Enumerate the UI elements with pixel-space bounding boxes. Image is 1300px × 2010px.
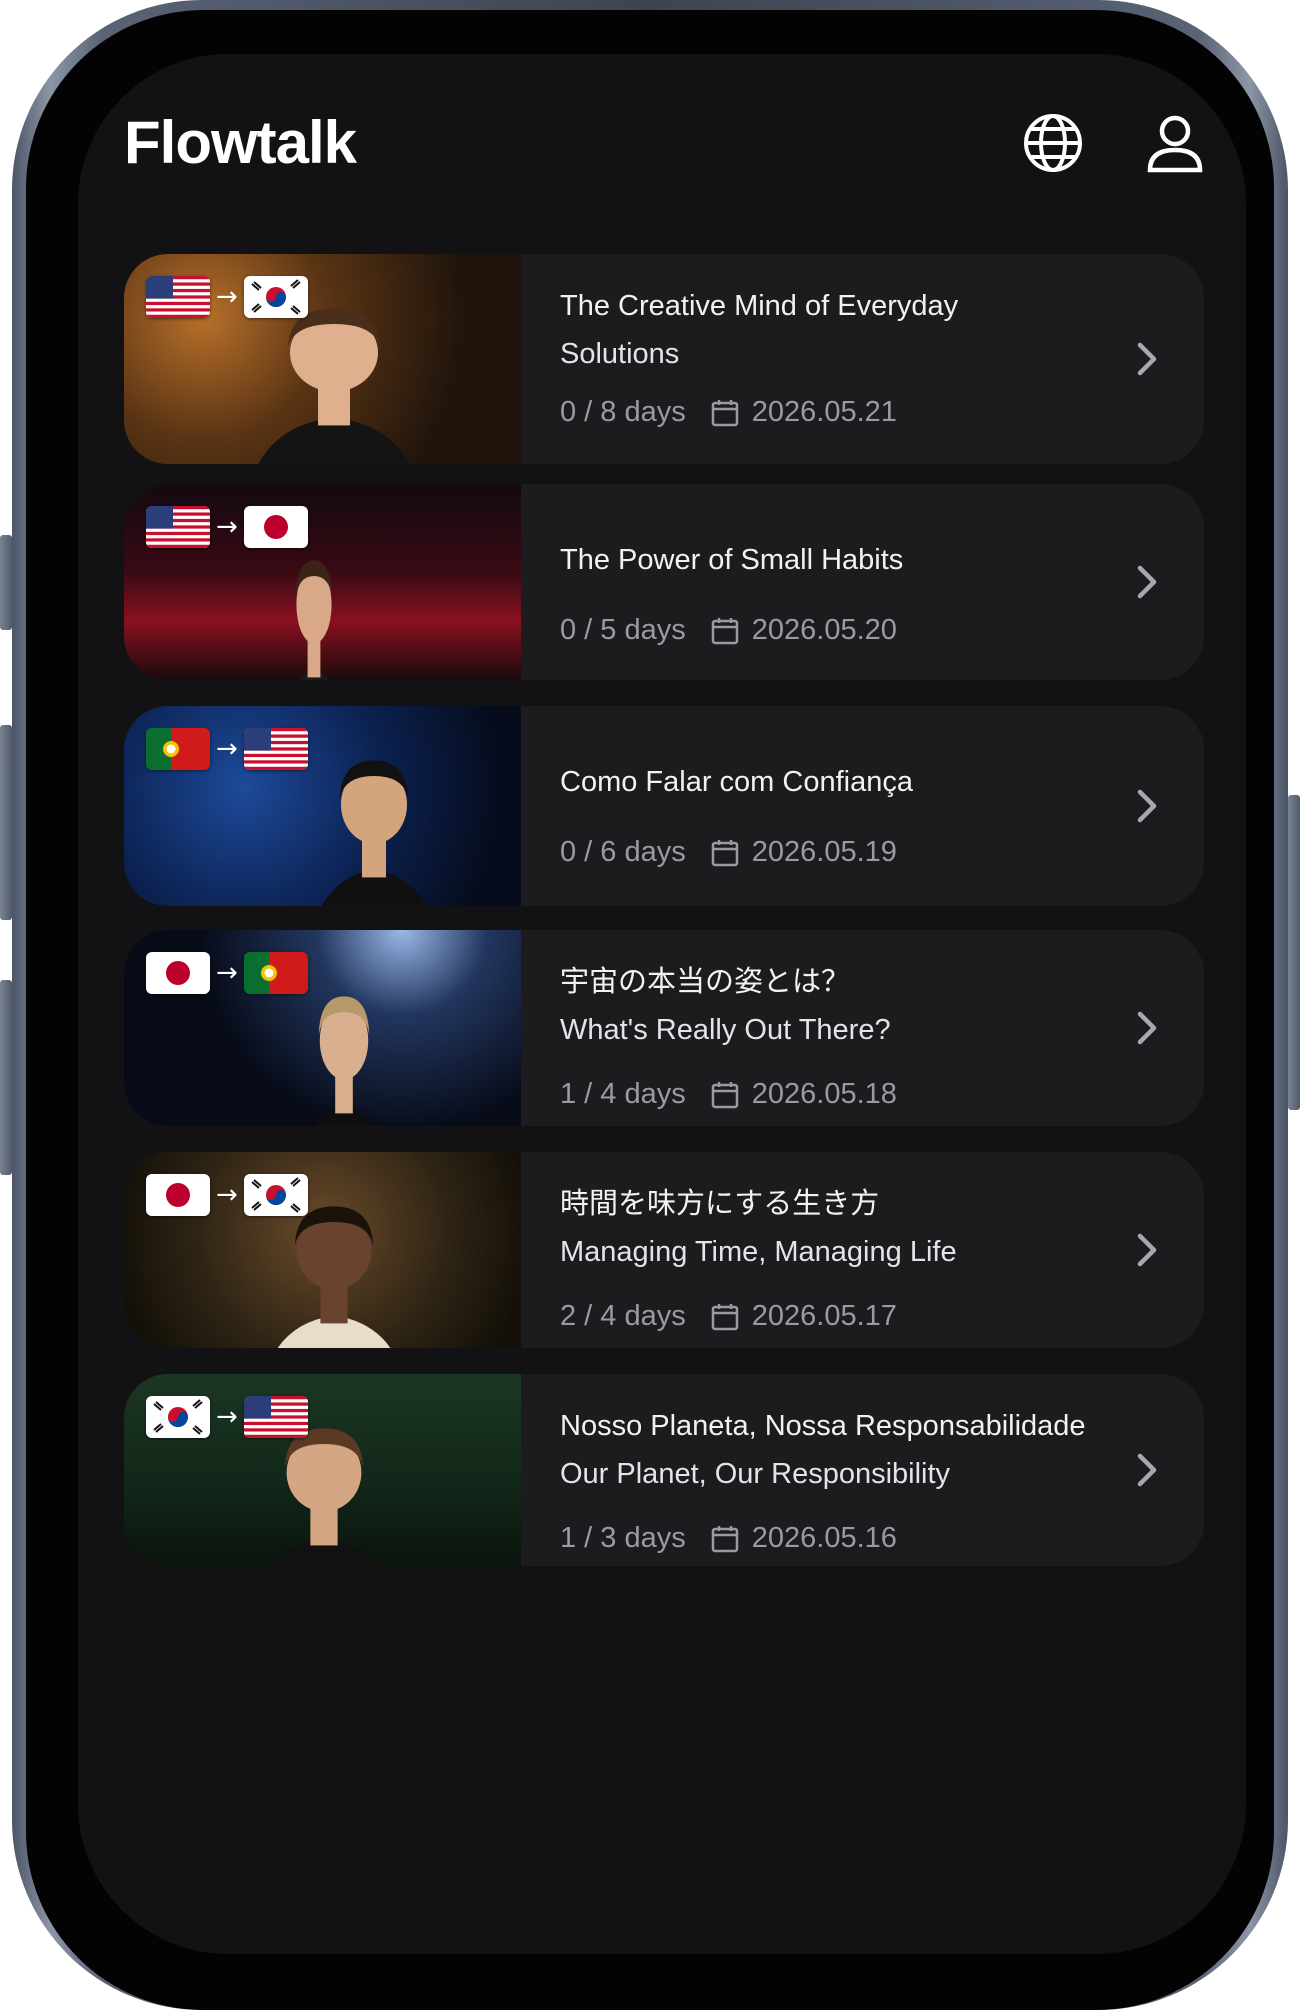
arrow-right-icon: → <box>216 512 238 542</box>
source-flag-icon <box>146 1396 210 1438</box>
app-screen: Flowtalk → The Creative Mind of Everyday S… <box>78 54 1246 1954</box>
course-info: The Power of Small Habits 0 / 5 days 2026.… <box>560 484 1114 680</box>
chevron-right-icon <box>1136 788 1158 824</box>
source-flag-icon <box>146 1174 210 1216</box>
course-date: 2026.05.18 <box>751 1078 897 1110</box>
target-flag-icon <box>243 1174 308 1216</box>
calendar-icon <box>711 1525 738 1552</box>
volume-up-button <box>0 725 12 920</box>
course-meta: 1 / 3 days 2026.05.16 <box>560 1522 897 1555</box>
course-subtitle: Solutions <box>560 338 680 370</box>
course-date: 2026.05.20 <box>751 614 897 646</box>
arrow-right-icon: → <box>216 958 238 988</box>
user-icon[interactable] <box>1142 110 1208 176</box>
course-meta: 2 / 4 days 2026.05.17 <box>560 1300 897 1333</box>
arrow-right-icon: → <box>216 282 238 312</box>
arrow-right-icon: → <box>216 734 238 764</box>
chevron-right-icon <box>1136 1232 1158 1268</box>
course-card[interactable]: → 時間を味方にする生き方 Managing Time, Managing Life… <box>124 1152 1204 1348</box>
course-card[interactable]: → The Creative Mind of Everyday Solutions 0… <box>124 254 1204 464</box>
chevron-right-icon <box>1136 1452 1158 1488</box>
course-meta: 0 / 6 days 2026.05.19 <box>560 836 897 869</box>
progress-days: 0 / 8 days <box>560 396 686 428</box>
calendar-icon <box>711 399 738 426</box>
app-title: Flowtalk <box>124 109 357 176</box>
chevron-right-icon <box>1136 1010 1158 1046</box>
course-info: The Creative Mind of Everyday Solutions 0 … <box>560 254 1114 464</box>
calendar-icon <box>711 617 738 644</box>
course-title: The Power of Small Habits <box>560 544 904 576</box>
volume-down-button <box>0 980 12 1175</box>
progress-days: 0 / 5 days <box>560 614 686 646</box>
course-info: Como Falar com Confiança 0 / 6 days 2026.0… <box>560 706 1114 906</box>
language-pair: → <box>146 1396 308 1438</box>
course-thumbnail: → <box>124 706 521 906</box>
source-flag-icon <box>146 276 210 318</box>
progress-days: 2 / 4 days <box>560 1300 686 1332</box>
course-thumbnail: → <box>124 1152 521 1348</box>
target-flag-icon <box>243 952 308 994</box>
calendar-icon <box>711 839 738 866</box>
course-date: 2026.05.17 <box>751 1300 897 1332</box>
language-pair: → <box>146 728 308 770</box>
language-pair: → <box>146 276 308 318</box>
target-flag-icon <box>243 506 308 548</box>
target-flag-icon <box>243 276 308 318</box>
language-pair: → <box>146 506 308 548</box>
progress-days: 1 / 3 days <box>560 1522 686 1554</box>
course-thumbnail: → <box>124 254 521 464</box>
course-info: Nosso Planeta, Nossa Responsabilidade Our… <box>560 1374 1114 1566</box>
course-date: 2026.05.16 <box>751 1522 897 1554</box>
course-title: Nosso Planeta, Nossa Responsabilidade <box>560 1410 1086 1442</box>
progress-days: 0 / 6 days <box>560 836 686 868</box>
source-flag-icon <box>146 728 210 770</box>
target-flag-icon <box>243 1396 308 1438</box>
course-title: 時間を味方にする生き方 <box>560 1188 880 1220</box>
power-button <box>1288 795 1300 1110</box>
arrow-right-icon: → <box>216 1402 238 1432</box>
course-meta: 0 / 5 days 2026.05.20 <box>560 614 897 647</box>
course-title: The Creative Mind of Everyday <box>560 290 959 322</box>
arrow-right-icon: → <box>216 1180 238 1210</box>
course-meta: 1 / 4 days 2026.05.18 <box>560 1078 897 1111</box>
mute-switch <box>0 535 12 630</box>
course-title: Como Falar com Confiança <box>560 766 913 798</box>
course-date: 2026.05.21 <box>751 396 897 428</box>
phone-frame: Flowtalk → The Creative Mind of Everyday S… <box>0 0 1300 2010</box>
course-subtitle: What's Really Out There? <box>560 1014 891 1046</box>
target-flag-icon <box>243 728 308 770</box>
course-card[interactable]: → The Power of Small Habits 0 / 5 days 2026… <box>124 484 1204 680</box>
language-pair: → <box>146 1174 308 1216</box>
chevron-right-icon <box>1136 341 1158 377</box>
course-thumbnail: → <box>124 930 521 1126</box>
source-flag-icon <box>146 506 210 548</box>
course-title: 宇宙の本当の姿とは？ <box>560 966 851 998</box>
calendar-icon <box>711 1303 738 1330</box>
language-pair: → <box>146 952 308 994</box>
course-info: 時間を味方にする生き方 Managing Time, Managing Life 2… <box>560 1152 1114 1348</box>
course-thumbnail: → <box>124 484 521 680</box>
source-flag-icon <box>146 952 210 994</box>
globe-icon[interactable] <box>1020 110 1086 176</box>
course-meta: 0 / 8 days 2026.05.21 <box>560 396 897 429</box>
course-subtitle: Managing Time, Managing Life <box>560 1236 957 1268</box>
course-card[interactable]: → Nosso Planeta, Nossa Responsabilidade Ou… <box>124 1374 1204 1566</box>
chevron-right-icon <box>1136 564 1158 600</box>
course-subtitle: Our Planet, Our Responsibility <box>560 1458 951 1490</box>
course-date: 2026.05.19 <box>751 836 897 868</box>
course-thumbnail: → <box>124 1374 521 1566</box>
course-card[interactable]: → 宇宙の本当の姿とは？ What's Really Out There? 1 / 4… <box>124 930 1204 1126</box>
course-info: 宇宙の本当の姿とは？ What's Really Out There? 1 / 4 … <box>560 930 1114 1126</box>
progress-days: 1 / 4 days <box>560 1078 686 1110</box>
calendar-icon <box>711 1081 738 1108</box>
course-card[interactable]: → Como Falar com Confiança 0 / 6 days 2026.… <box>124 706 1204 906</box>
